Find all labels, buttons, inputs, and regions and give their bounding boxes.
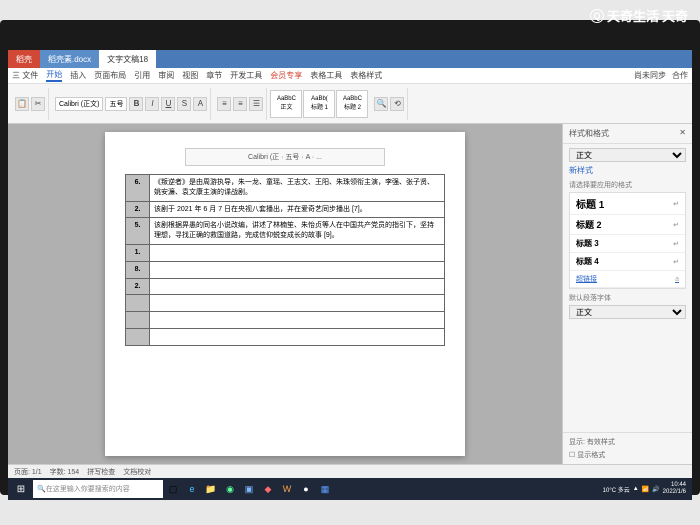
tray-icon[interactable]: ▲ (633, 486, 639, 492)
window-tabs: 稻壳 稻壳素.docx 文字文稿18 (8, 50, 692, 68)
default-font-select[interactable]: 正文 (569, 305, 686, 319)
table-row (126, 328, 445, 345)
table-row: 5.该剧根据畀愚的同名小说改编，讲述了林楠笙、朱怡贞等人在中国共产党员的指引下，… (126, 218, 445, 245)
current-style-select[interactable]: 正文 (569, 148, 686, 162)
tab-home[interactable]: 稻壳 (8, 50, 40, 68)
content-table[interactable]: 6.《叛逆者》是由周游执导，朱一龙、童瑶、王志文、王阳、朱珠领衔主演，李强、张子… (125, 174, 445, 346)
replace-btn[interactable]: ⟲ (390, 97, 404, 111)
menu-table-style[interactable]: 表格样式 (350, 70, 382, 81)
styles-panel: 样式和格式 ✕ 正文 新样式 请选择要应用的格式 标题 1↵ 标题 2↵ 标题 … (562, 124, 692, 464)
start-button[interactable]: ⊞ (10, 479, 32, 499)
style-heading1[interactable]: 标题 1↵ (570, 193, 685, 215)
sync-status[interactable]: 尚未同步 (634, 70, 666, 81)
underline-btn[interactable]: U (161, 97, 175, 111)
document-area: Calibri (正 · 五号 · A · ... 6.《叛逆者》是由周游执导，… (8, 124, 562, 464)
table-row: 2.该剧于 2021 年 6 月 7 日在央视八套播出，并在爱奇艺同步播出 [7… (126, 201, 445, 218)
page[interactable]: Calibri (正 · 五号 · A · ... 6.《叛逆者》是由周游执导，… (105, 132, 465, 456)
app-icon[interactable]: ▦ (316, 480, 334, 498)
table-row: 6.《叛逆者》是由周游执导，朱一龙、童瑶、王志文、王阳、朱珠领衔主演，李强、张子… (126, 175, 445, 202)
find-btn[interactable]: 🔍 (374, 97, 388, 111)
menu-review[interactable]: 审阅 (158, 70, 174, 81)
style-heading3[interactable]: 标题 3↵ (570, 235, 685, 253)
style-normal[interactable]: AaBbC正文 (270, 90, 302, 118)
menu-file[interactable]: 三 文件 (12, 70, 38, 81)
word-count[interactable]: 字数: 154 (50, 467, 80, 477)
table-row (126, 312, 445, 329)
align-left-btn[interactable]: ≡ (217, 97, 231, 111)
folder-icon[interactable]: 📁 (202, 480, 220, 498)
section-label: 请选择要应用的格式 (569, 180, 686, 190)
style-heading4[interactable]: 标题 4↵ (570, 253, 685, 271)
menu-vip[interactable]: 会员专享 (270, 70, 302, 81)
strike-btn[interactable]: S (177, 97, 191, 111)
tab-doc2[interactable]: 文字文稿18 (99, 50, 156, 68)
windows-taskbar: ⊞ 🔍 在这里输入你要搜索的内容 ▢ e 📁 ◉ ▣ ◆ W ● ▦ 10°C … (8, 478, 692, 500)
wifi-icon[interactable]: 📶 (642, 486, 649, 493)
clock[interactable]: 10:44 2022/1/6 (663, 482, 686, 495)
doc-check[interactable]: 文档校对 (123, 467, 151, 477)
weather-widget[interactable]: 10°C 多云 (603, 485, 630, 494)
edge-icon[interactable]: e (183, 480, 201, 498)
menu-dev[interactable]: 开发工具 (230, 70, 262, 81)
table-row: 1. (126, 244, 445, 261)
table-row (126, 295, 445, 312)
system-tray[interactable]: 10°C 多云 ▲ 📶 🔊 10:44 2022/1/6 (603, 482, 690, 495)
color-btn[interactable]: A (193, 97, 207, 111)
app-icon[interactable]: ▣ (240, 480, 258, 498)
cut-btn[interactable]: ✂ (31, 97, 45, 111)
style-list: 标题 1↵ 标题 2↵ 标题 3↵ 标题 4↵ 超链接a (569, 192, 686, 289)
status-bar: 页面: 1/1 字数: 154 拼写检查 文档校对 (8, 464, 692, 478)
menu-ref[interactable]: 引用 (134, 70, 150, 81)
style-hyperlink[interactable]: 超链接a (570, 271, 685, 288)
app-icon[interactable]: ◆ (259, 480, 277, 498)
spell-check[interactable]: 拼写检查 (87, 467, 115, 477)
style-h1[interactable]: AaBb(标题 1 (303, 90, 335, 118)
watermark-icon: Q (590, 9, 604, 23)
app-icon[interactable]: ◉ (221, 480, 239, 498)
align-center-btn[interactable]: ≡ (233, 97, 247, 111)
mini-toolbar[interactable]: Calibri (正 · 五号 · A · ... (185, 148, 385, 166)
task-view-icon[interactable]: ▢ (164, 480, 182, 498)
font-select[interactable]: Calibri (正文) (55, 97, 103, 111)
watermark: Q 天奇生活 天奇 (590, 6, 688, 25)
wps-icon[interactable]: W (278, 480, 296, 498)
volume-icon[interactable]: 🔊 (652, 486, 659, 493)
menu-table-tools[interactable]: 表格工具 (310, 70, 342, 81)
clear-format[interactable]: ☐ 显示格式 (569, 450, 686, 460)
close-icon[interactable]: ✕ (679, 128, 686, 139)
size-select[interactable]: 五号 (105, 97, 127, 111)
menu-layout[interactable]: 页面布局 (94, 70, 126, 81)
page-indicator[interactable]: 页面: 1/1 (14, 467, 42, 477)
style-h2[interactable]: AaBbC标题 2 (336, 90, 368, 118)
table-row: 8. (126, 261, 445, 278)
style-heading2[interactable]: 标题 2↵ (570, 215, 685, 235)
new-style-btn[interactable]: 新样式 (569, 166, 593, 175)
show-filter[interactable]: 显示: 有效样式 (569, 437, 686, 447)
taskbar-search[interactable]: 🔍 在这里输入你要搜索的内容 (33, 480, 163, 498)
table-row: 2. (126, 278, 445, 295)
style-gallery: AaBbC正文 AaBb(标题 1 AaBbC标题 2 (270, 90, 368, 118)
collab-btn[interactable]: 合作 (672, 70, 688, 81)
menu-insert[interactable]: 插入 (70, 70, 86, 81)
paste-btn[interactable]: 📋 (15, 97, 29, 111)
menu-bar: 三 文件 开始 插入 页面布局 引用 审阅 视图 章节 开发工具 会员专享 表格… (8, 68, 692, 84)
menu-chapter[interactable]: 章节 (206, 70, 222, 81)
tab-doc1[interactable]: 稻壳素.docx (40, 50, 99, 68)
default-font-label: 默认段落字体 (569, 293, 686, 303)
ribbon-toolbar: 📋 ✂ Calibri (正文) 五号 B I U S A ≡ ≡ ☰ (8, 84, 692, 124)
menu-view[interactable]: 视图 (182, 70, 198, 81)
bold-btn[interactable]: B (129, 97, 143, 111)
app-icon[interactable]: ● (297, 480, 315, 498)
menu-start[interactable]: 开始 (46, 69, 62, 82)
italic-btn[interactable]: I (145, 97, 159, 111)
list-btn[interactable]: ☰ (249, 97, 263, 111)
panel-title: 样式和格式 (569, 128, 609, 139)
